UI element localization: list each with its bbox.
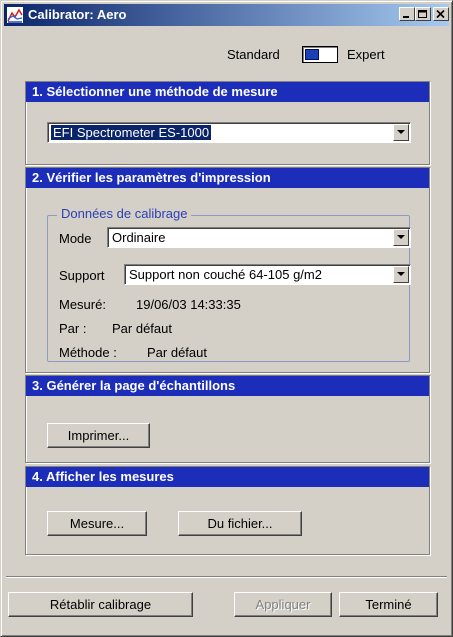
- measurement-method-value: EFI Spectrometer ES-1000: [51, 125, 212, 140]
- apply-button: Appliquer: [234, 592, 332, 617]
- done-button[interactable]: Terminé: [339, 592, 438, 617]
- support-select[interactable]: Support non couché 64-105 g/m2: [124, 264, 411, 285]
- measurement-method-dropdown-button[interactable]: [393, 124, 409, 141]
- chevron-down-icon: [397, 235, 405, 239]
- maximize-button[interactable]: [415, 7, 431, 21]
- calibrator-window: Calibrator: Aero Standard Expert 1. Séle…: [0, 0, 453, 637]
- title-bar[interactable]: Calibrator: Aero: [4, 4, 449, 26]
- support-value: Support non couché 64-105 g/m2: [129, 267, 322, 282]
- method-value: Par défaut: [147, 345, 207, 360]
- calibration-data-legend: Données de calibrage: [57, 206, 192, 221]
- by-value: Par défaut: [112, 321, 172, 336]
- standard-mode-label: Standard: [227, 47, 280, 62]
- from-file-button[interactable]: Du fichier...: [178, 511, 302, 536]
- measured-label: Mesuré:: [59, 297, 106, 312]
- footer-separator: [6, 576, 447, 578]
- window-title: Calibrator: Aero: [28, 7, 127, 22]
- section-2-header: 2. Vérifier les paramètres d'impression: [26, 168, 429, 188]
- support-dropdown-button[interactable]: [393, 266, 409, 283]
- close-button[interactable]: [433, 7, 449, 21]
- maximize-icon: [418, 10, 427, 18]
- toggle-knob: [305, 49, 319, 60]
- by-label: Par :: [59, 321, 87, 336]
- minimize-icon: [403, 16, 409, 18]
- standard-expert-toggle[interactable]: [302, 46, 338, 63]
- measure-button[interactable]: Mesure...: [47, 511, 147, 536]
- expert-mode-label: Expert: [347, 47, 385, 62]
- calibrator-app-icon: [7, 7, 23, 23]
- close-icon: [436, 10, 445, 19]
- reset-calibration-button[interactable]: Rétablir calibrage: [8, 592, 193, 617]
- minimize-button[interactable]: [399, 7, 415, 21]
- section-4-header: 4. Afficher les mesures: [26, 467, 429, 487]
- mode-select[interactable]: Ordinaire: [107, 227, 411, 248]
- chevron-down-icon: [397, 130, 405, 134]
- section-1-header: 1. Sélectionner une méthode de mesure: [26, 82, 429, 102]
- chevron-down-icon: [397, 272, 405, 276]
- measurement-method-select[interactable]: EFI Spectrometer ES-1000: [47, 122, 411, 143]
- support-label: Support: [59, 268, 105, 283]
- mode-dropdown-button[interactable]: [393, 229, 409, 246]
- mode-label: Mode: [59, 231, 92, 246]
- measured-value: 19/06/03 14:33:35: [136, 297, 241, 312]
- print-button[interactable]: Imprimer...: [47, 423, 150, 448]
- mode-value: Ordinaire: [112, 230, 166, 245]
- section-3-header: 3. Générer la page d'échantillons: [26, 376, 429, 396]
- method-label: Méthode :: [59, 345, 117, 360]
